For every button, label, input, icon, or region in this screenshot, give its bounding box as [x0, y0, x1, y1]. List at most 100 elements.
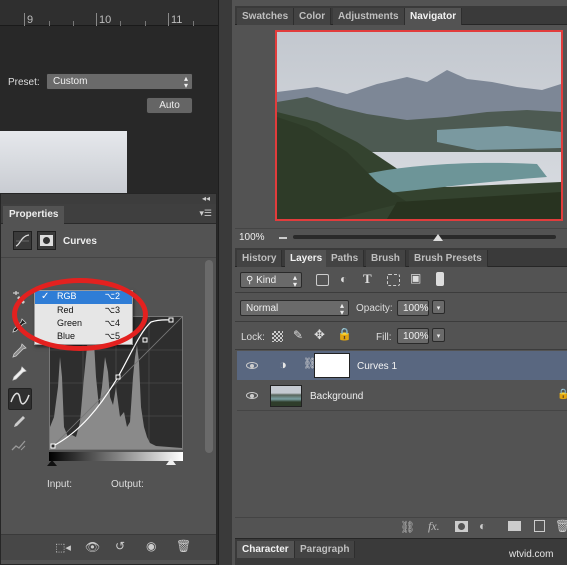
- curves-adjustment-icon: ◑: [279, 357, 287, 372]
- properties-tab-bar: Properties ▾☰: [1, 204, 216, 224]
- output-label: Output:: [111, 479, 144, 490]
- tab-brush[interactable]: Brush: [366, 250, 406, 267]
- clip-to-layer-icon[interactable]: ⬚◂: [55, 541, 71, 554]
- gray-point-eyedropper-icon[interactable]: [10, 342, 28, 360]
- preset-select[interactable]: Custom ▴ ▾: [46, 73, 193, 90]
- select-arrows-icon: ▴ ▾: [339, 301, 344, 317]
- white-point-eyedropper-icon[interactable]: [10, 365, 28, 383]
- tab-paths[interactable]: Paths: [326, 250, 365, 267]
- zoom-slider[interactable]: [293, 235, 556, 239]
- black-slider-handle[interactable]: [47, 460, 57, 466]
- pixel-layer-filter-icon[interactable]: [316, 274, 329, 286]
- canvas-vertical-scrollbar[interactable]: [218, 0, 232, 565]
- tab-layers[interactable]: Layers: [285, 250, 329, 267]
- layer-style-fx-icon[interactable]: fx.: [428, 519, 440, 534]
- layer-mask-thumbnail[interactable]: [314, 353, 350, 378]
- canvas-image-portion: [0, 131, 127, 193]
- properties-footer: ⬚◂ 👁 ↺ ◉ 🗑: [1, 534, 216, 560]
- new-group-folder-icon[interactable]: [508, 521, 521, 531]
- tab-properties[interactable]: Properties: [3, 206, 65, 224]
- delete-layer-trash-icon[interactable]: 🗑: [555, 519, 567, 533]
- shape-filter-icon[interactable]: [387, 274, 400, 286]
- adjustment-title: Curves: [63, 236, 97, 247]
- smooth-curve-icon[interactable]: [10, 437, 28, 455]
- layer-thumbnail[interactable]: [270, 385, 302, 407]
- blend-mode-value: Normal: [246, 303, 279, 314]
- visibility-icon[interactable]: ◉: [146, 539, 156, 553]
- lock-transparent-icon[interactable]: [272, 331, 283, 342]
- navigator-thumbnail[interactable]: [275, 30, 563, 221]
- fill-label: Fill:: [376, 332, 392, 343]
- horizontal-ruler: 9 10 11: [0, 0, 218, 26]
- layer-filter-select[interactable]: ⚲ Kind ▴ ▾: [240, 272, 302, 289]
- opacity-label: Opacity:: [356, 303, 393, 314]
- panel-menu-icon[interactable]: ▾☰: [199, 208, 212, 219]
- tab-history[interactable]: History: [237, 250, 283, 267]
- tab-color[interactable]: Color: [294, 8, 332, 25]
- add-mask-icon[interactable]: [455, 521, 468, 532]
- fill-field[interactable]: 100%: [397, 328, 429, 344]
- trash-icon[interactable]: 🗑: [176, 539, 191, 553]
- watermark-text: wtvid.com: [509, 549, 554, 560]
- tab-character[interactable]: Character: [237, 541, 295, 558]
- tab-navigator[interactable]: Navigator: [405, 8, 463, 25]
- lock-label: Lock:: [241, 332, 265, 343]
- smart-object-filter-icon[interactable]: ▣: [410, 271, 421, 285]
- ruler-label-9: 9: [27, 14, 34, 26]
- preset-label: Preset:: [8, 77, 40, 88]
- layer-name[interactable]: Background: [310, 391, 363, 402]
- edit-points-curve-icon[interactable]: [8, 388, 32, 410]
- fill-dropdown-button[interactable]: ▾: [432, 328, 445, 342]
- divider: [235, 292, 567, 293]
- tab-brush-presets[interactable]: Brush Presets: [409, 250, 488, 267]
- search-icon: ⚲: [246, 275, 254, 286]
- opacity-dropdown-button[interactable]: ▾: [432, 300, 445, 314]
- highlight-ellipse: [12, 278, 148, 351]
- view-previous-icon[interactable]: 👁: [85, 540, 100, 554]
- new-layer-icon[interactable]: [534, 520, 545, 532]
- lock-position-move-icon[interactable]: ✥: [314, 327, 325, 343]
- navigator-zoom-row: 100%: [235, 228, 567, 244]
- divider: [235, 349, 567, 350]
- link-layers-icon[interactable]: ⛓: [400, 520, 415, 534]
- panel-collapse-bar[interactable]: ◂◂: [1, 194, 216, 204]
- pencil-draw-icon[interactable]: [10, 413, 28, 431]
- select-arrows-icon: ▴ ▾: [292, 273, 297, 289]
- tab-swatches[interactable]: Swatches: [237, 8, 295, 25]
- filter-kind-value: Kind: [256, 275, 277, 286]
- blend-mode-select[interactable]: Normal ▴ ▾: [240, 300, 349, 317]
- layers-tab-bar: History Layers Paths Brush Brush Presets: [235, 248, 567, 267]
- type-filter-icon[interactable]: T: [363, 271, 372, 287]
- new-adjustment-layer-icon[interactable]: ◐: [479, 519, 486, 533]
- adjustment-filter-icon[interactable]: ◐: [340, 272, 347, 286]
- filter-toggle-icon[interactable]: [436, 272, 444, 286]
- ruler-label-10: 10: [99, 14, 112, 26]
- white-slider-handle[interactable]: [166, 458, 176, 465]
- preset-value: Custom: [53, 76, 88, 87]
- divider: [235, 321, 567, 322]
- reset-icon[interactable]: ↺: [115, 539, 125, 553]
- opacity-field[interactable]: 100%: [397, 300, 429, 316]
- ruler-label-11: 11: [171, 14, 183, 26]
- layer-row-curves[interactable]: ◑ ⛓ Curves 1: [237, 351, 567, 380]
- zoom-out-icon[interactable]: [279, 237, 287, 239]
- visibility-eye-icon[interactable]: [246, 362, 258, 369]
- collapse-arrows-icon[interactable]: ◂◂: [202, 194, 210, 203]
- properties-header: Curves: [1, 224, 216, 258]
- layer-name[interactable]: Curves 1: [357, 361, 397, 372]
- tab-adjustments[interactable]: Adjustments: [333, 8, 405, 25]
- auto-button[interactable]: Auto: [146, 97, 193, 114]
- input-label: Input:: [47, 479, 73, 490]
- lock-pixels-brush-icon[interactable]: ✎: [293, 328, 303, 342]
- curves-adjustment-icon: [13, 231, 32, 250]
- lock-all-icon[interactable]: 🔒: [337, 327, 352, 341]
- navigator-tab-bar: Swatches Color Adjustments Navigator: [235, 6, 567, 25]
- zoom-value[interactable]: 100%: [239, 232, 265, 243]
- visibility-eye-icon[interactable]: [246, 392, 258, 399]
- tab-paragraph[interactable]: Paragraph: [295, 541, 356, 558]
- zoom-slider-thumb[interactable]: [432, 234, 443, 241]
- layer-row-background[interactable]: Background 🔒: [237, 381, 567, 411]
- select-arrows-icon: ▴ ▾: [183, 74, 188, 90]
- layer-mask-icon[interactable]: [37, 231, 56, 250]
- properties-scrollbar[interactable]: [205, 260, 213, 453]
